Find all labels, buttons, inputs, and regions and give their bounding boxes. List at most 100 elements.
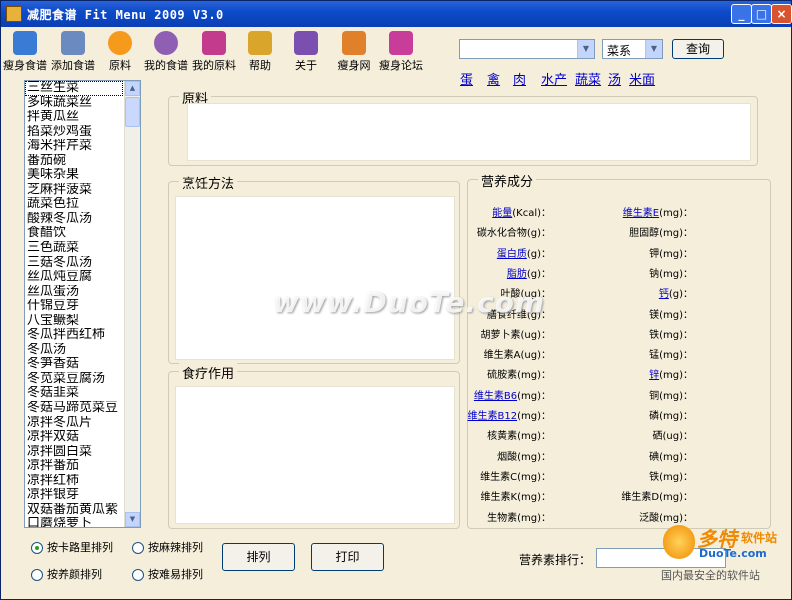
- recipe-list-item[interactable]: 凉拌双菇: [25, 430, 123, 445]
- nutrition-row: 铜(mg)：: [649, 387, 693, 402]
- minimize-button[interactable]: _: [731, 4, 752, 24]
- nutrition-label[interactable]: 能量: [492, 208, 512, 219]
- recipe-list-item[interactable]: 三菇冬瓜汤: [25, 256, 123, 271]
- sort-by-difficulty-radio[interactable]: 按难易排列: [132, 566, 203, 582]
- toolbar-forum-button[interactable]: 瘦身论坛: [378, 31, 424, 73]
- recipe-list-item[interactable]: 丝瓜炖豆腐: [25, 270, 123, 285]
- nutrition-row: 硒(ug)：: [653, 427, 694, 442]
- toolbar-ingredients-button[interactable]: 原料: [105, 31, 135, 73]
- category-link-soup[interactable]: 汤: [608, 69, 621, 88]
- recipe-list[interactable]: 三丝生菜 多味蔬菜丝 拌黄瓜丝 掐菜炒鸡蛋 海米拌芹菜 番茄碗 美味杂果 芝麻拌菠菜 蔬菜色拉酸…: [24, 80, 141, 528]
- nutrition-row[interactable]: 脂肪(g)：: [507, 265, 551, 280]
- nutrition-row: 核黄素(mg)：: [487, 427, 551, 442]
- nutrition-label[interactable]: 蛋白质: [497, 249, 527, 260]
- nutrition-label: 碳水化合物: [476, 228, 527, 240]
- recipe-list-item[interactable]: 丝瓜蛋汤: [25, 285, 123, 300]
- radio-icon: [132, 542, 144, 554]
- category-link-seafood[interactable]: 水产: [541, 69, 567, 88]
- nutrition-row[interactable]: 钙(g)：: [659, 285, 693, 300]
- recipe-list-item[interactable]: 凉拌番茄: [25, 459, 123, 474]
- recipe-list-item[interactable]: 三色蔬菜: [25, 241, 123, 256]
- recipe-list-item[interactable]: 芝麻拌菠菜: [25, 183, 123, 198]
- category-link-vegetable[interactable]: 蔬菜: [575, 69, 601, 88]
- print-button[interactable]: 打印: [311, 543, 384, 571]
- nutrition-label[interactable]: 维生素B12: [468, 411, 518, 422]
- search-input[interactable]: ▼: [459, 39, 595, 59]
- recipe-list-item[interactable]: 食醋饮: [25, 226, 123, 241]
- recipe-list-item[interactable]: 蔬菜色拉: [25, 197, 123, 212]
- ingredients-text[interactable]: [187, 103, 751, 161]
- nutrition-row[interactable]: 维生素B6(mg)：: [474, 387, 551, 402]
- nutrition-label[interactable]: 维生素B6: [474, 391, 517, 402]
- window-title: 减肥食谱 Fit Menu 2009 V3.0: [27, 8, 224, 22]
- recipe-list-item[interactable]: 八宝鳜梨: [25, 314, 123, 329]
- category-link-rice-noodle[interactable]: 米面: [629, 69, 655, 88]
- category-link-meat[interactable]: 肉: [513, 69, 526, 88]
- category-link-egg[interactable]: 蛋: [460, 69, 473, 88]
- recipe-list-item[interactable]: 冬菇韭菜: [25, 386, 123, 401]
- category-link-poultry[interactable]: 禽: [487, 69, 500, 88]
- title-bar[interactable]: 减肥食谱 Fit Menu 2009 V3.0 _ □ ×: [1, 1, 792, 27]
- toolbar-fit-recipes-button[interactable]: 瘦身食谱: [3, 31, 47, 73]
- scroll-thumb[interactable]: [125, 97, 140, 127]
- maximize-button[interactable]: □: [751, 4, 772, 24]
- toolbar-add-recipe-button[interactable]: 添加食谱: [50, 31, 96, 73]
- recipe-list-item[interactable]: 冬苋菜豆腐汤: [25, 372, 123, 387]
- toolbar-about-button[interactable]: 关于: [291, 31, 321, 73]
- nutrition-row[interactable]: 维生素E(mg)：: [623, 204, 693, 219]
- scroll-up-icon[interactable]: ▲: [125, 81, 140, 96]
- recipe-list-item[interactable]: 酸辣冬瓜汤: [25, 212, 123, 227]
- recipe-list-item[interactable]: 凉拌圆白菜: [25, 445, 123, 460]
- recipe-list-item[interactable]: 美味杂果: [25, 168, 123, 183]
- recipe-list-item[interactable]: 口蘑烧萝卜: [25, 517, 123, 527]
- category-select[interactable]: 菜系 ▼: [602, 39, 663, 59]
- recipe-list-item[interactable]: 冬瓜汤: [25, 343, 123, 358]
- recipe-list-item[interactable]: 凉拌红柿: [25, 474, 123, 489]
- toolbar-fit-website-button[interactable]: 瘦身网: [334, 31, 374, 73]
- nutrition-label[interactable]: 维生素E: [623, 208, 659, 219]
- sort-button[interactable]: 排列: [222, 543, 295, 571]
- toolbar-help-button[interactable]: 帮助: [245, 31, 275, 73]
- recipe-list-item[interactable]: 海米拌芹菜: [25, 139, 123, 154]
- recipe-list-item[interactable]: 冬菇马蹄苋菜豆: [25, 401, 123, 416]
- recipe-list-scrollbar[interactable]: ▲ ▼: [124, 81, 140, 527]
- toolbar-my-recipes-button[interactable]: 我的食谱: [143, 31, 189, 73]
- nutrition-row[interactable]: 能量(Kcal)：: [492, 204, 551, 219]
- recipe-list-item[interactable]: 什锦豆芽: [25, 299, 123, 314]
- recipe-list-item[interactable]: 凉拌银芽: [25, 488, 123, 503]
- recipe-list-item[interactable]: 掐菜炒鸡蛋: [25, 125, 123, 140]
- nutrition-label[interactable]: 钙: [659, 289, 669, 300]
- forum-icon: [389, 31, 413, 55]
- add-recipe-icon: [61, 31, 85, 55]
- nutrition-row: 钾(mg)：: [649, 245, 693, 260]
- app-icon: [6, 6, 22, 22]
- nutrition-unit: (g)：: [526, 248, 551, 260]
- nutrition-row[interactable]: 锌(mg)：: [649, 366, 693, 381]
- nutrition-label[interactable]: 脂肪: [507, 269, 527, 280]
- therapy-text[interactable]: [175, 386, 455, 524]
- recipe-list-item[interactable]: 凉拌冬瓜片: [25, 416, 123, 431]
- nutrition-row: 镁(mg)：: [649, 306, 693, 321]
- nutrition-row[interactable]: 蛋白质(g)：: [497, 245, 551, 260]
- chevron-down-icon[interactable]: ▼: [577, 40, 594, 58]
- recipe-list-item[interactable]: 冬笋香菇: [25, 357, 123, 372]
- toolbar-my-ingredients-button[interactable]: 我的原料: [191, 31, 237, 73]
- sort-by-calorie-radio[interactable]: 按卡路里排列: [31, 539, 113, 555]
- recipe-list-item[interactable]: 三丝生菜: [25, 81, 123, 96]
- scroll-down-icon[interactable]: ▼: [125, 512, 140, 527]
- recipe-list-item[interactable]: 双菇番茄黄瓜紫: [25, 503, 123, 518]
- nutrition-label: 营养成分: [478, 171, 537, 190]
- search-button[interactable]: 查询: [672, 39, 724, 59]
- recipe-list-item[interactable]: 番茄碗: [25, 154, 123, 169]
- nutrition-row[interactable]: 维生素B12(mg)：: [468, 407, 552, 422]
- sort-by-beauty-radio[interactable]: 按养颜排列: [31, 566, 102, 582]
- close-button[interactable]: ×: [771, 4, 792, 24]
- recipe-list-item[interactable]: 冬瓜拌西红柿: [25, 328, 123, 343]
- recipe-list-item[interactable]: 多味蔬菜丝: [25, 96, 123, 111]
- cooking-method-text[interactable]: [175, 196, 455, 360]
- nutrition-label[interactable]: 锌: [649, 370, 659, 381]
- recipe-list-item[interactable]: 拌黄瓜丝: [25, 110, 123, 125]
- chevron-down-icon[interactable]: ▼: [645, 40, 662, 58]
- sort-by-spicy-radio[interactable]: 按麻辣排列: [132, 539, 203, 555]
- main-window: 减肥食谱 Fit Menu 2009 V3.0 _ □ × 瘦身食谱 添加食谱 …: [0, 0, 792, 600]
